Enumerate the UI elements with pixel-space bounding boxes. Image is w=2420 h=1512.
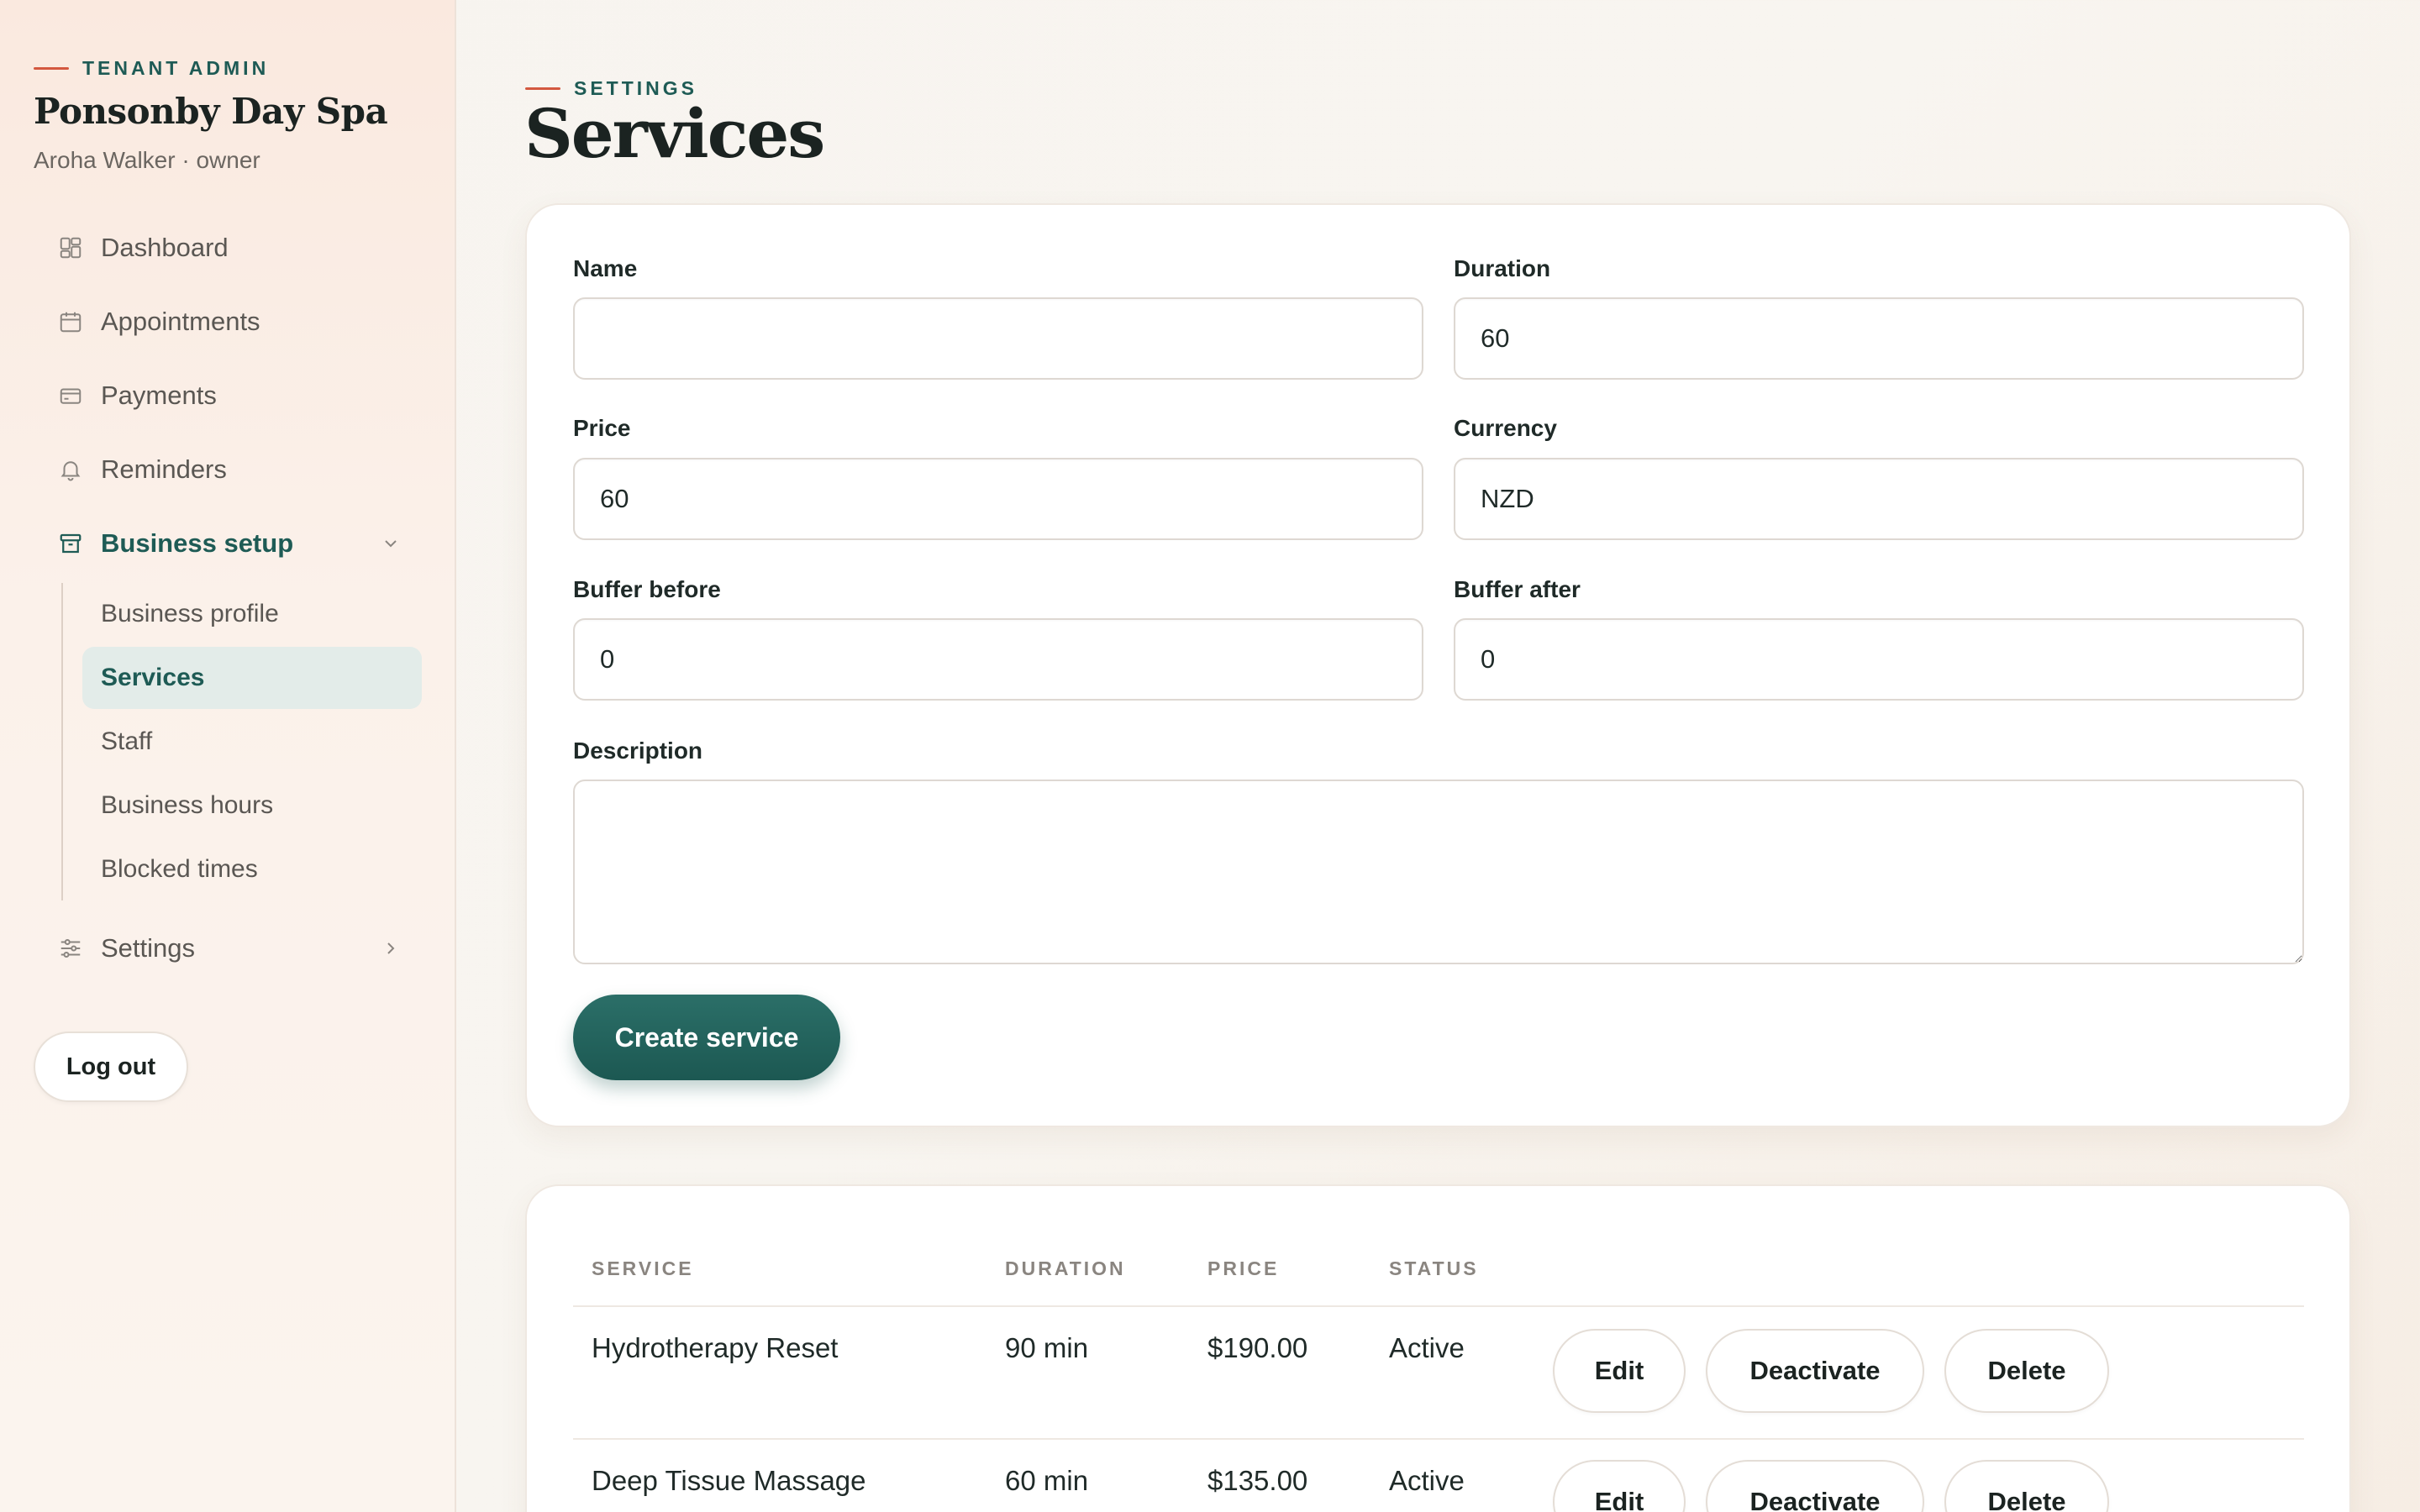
cell-service: Hydrotherapy Reset: [592, 1332, 839, 1363]
delete-button[interactable]: Delete: [1944, 1460, 2109, 1512]
cell-status: Active: [1389, 1465, 1465, 1496]
subnav-label: Services: [101, 664, 205, 691]
name-label: Name: [573, 255, 638, 281]
tenant-eyebrow: TENANT ADMIN: [34, 57, 269, 80]
current-user: Aroha Walker · owner: [34, 147, 260, 173]
subnav-item-business-hours[interactable]: Business hours: [82, 774, 422, 837]
buffer-before-label: Buffer before: [573, 576, 721, 602]
duration-label: Duration: [1454, 255, 1551, 281]
logout-button[interactable]: Log out: [34, 1032, 188, 1102]
subnav-label: Business hours: [101, 791, 274, 819]
deactivate-button[interactable]: Deactivate: [1706, 1460, 1924, 1512]
edit-button[interactable]: Edit: [1553, 1460, 1686, 1512]
buffer-after-label: Buffer after: [1454, 576, 1581, 602]
nav-item-settings[interactable]: Settings: [57, 923, 402, 974]
nav-item-business-setup[interactable]: Business setup: [57, 518, 402, 569]
nav-label-payments: Payments: [101, 381, 217, 410]
deactivate-button[interactable]: Deactivate: [1706, 1329, 1924, 1413]
tenant-eyebrow-label: TENANT ADMIN: [82, 57, 270, 79]
eyebrow-dash: [34, 67, 69, 70]
cell-price: $190.00: [1207, 1332, 1308, 1363]
description-label: Description: [573, 738, 703, 764]
column-header-price: PRICE: [1207, 1257, 1280, 1279]
subnav-guide-line: [61, 583, 63, 900]
name-input[interactable]: [573, 297, 1423, 380]
subnav-label: Staff: [101, 727, 153, 755]
table-row-divider: [573, 1438, 2304, 1440]
column-header-service: SERVICE: [592, 1257, 694, 1279]
chevron-down-icon[interactable]: [380, 533, 402, 554]
nav-item-appointments[interactable]: Appointments: [57, 297, 402, 347]
delete-button[interactable]: Delete: [1944, 1329, 2109, 1413]
nav-item-reminders[interactable]: Reminders: [57, 444, 402, 495]
subnav-label: Business profile: [101, 600, 279, 627]
subnav-item-blocked-times[interactable]: Blocked times: [82, 838, 422, 900]
price-label: Price: [573, 415, 631, 441]
sidebar: TENANT ADMIN Ponsonby Day Spa Aroha Walk…: [0, 0, 456, 1512]
subnav-label: Blocked times: [101, 855, 258, 883]
cell-duration: 60 min: [1005, 1465, 1089, 1496]
cell-service: Deep Tissue Massage: [592, 1465, 866, 1496]
nav-label-reminders: Reminders: [101, 454, 227, 484]
nav-label-settings: Settings: [101, 933, 196, 963]
column-header-duration: DURATION: [1005, 1257, 1126, 1279]
sliders-icon: [57, 935, 84, 962]
table-header-divider: [573, 1305, 2304, 1307]
cell-price: $135.00: [1207, 1465, 1308, 1496]
business-name: Ponsonby Day Spa: [34, 91, 388, 132]
edit-button[interactable]: Edit: [1553, 1329, 1686, 1413]
eyebrow-dash: [525, 87, 560, 90]
page-title: Services: [524, 94, 825, 173]
subnav-item-services[interactable]: Services: [82, 647, 422, 709]
subnav-item-staff[interactable]: Staff: [82, 711, 422, 773]
nav-item-dashboard[interactable]: Dashboard: [57, 223, 402, 273]
bell-icon: [57, 456, 84, 483]
cell-duration: 90 min: [1005, 1332, 1089, 1363]
calendar-icon: [57, 308, 84, 335]
nav-label-dashboard: Dashboard: [101, 233, 229, 262]
column-header-status: STATUS: [1389, 1257, 1479, 1279]
grid-icon: [57, 234, 84, 261]
currency-input[interactable]: [1454, 458, 2304, 540]
nav-label-business-setup: Business setup: [101, 528, 294, 558]
buffer-after-input[interactable]: [1454, 618, 2304, 701]
chevron-right-icon[interactable]: [380, 937, 402, 959]
currency-label: Currency: [1454, 415, 1557, 441]
description-textarea[interactable]: [573, 780, 2304, 964]
nav-item-payments[interactable]: Payments: [57, 370, 402, 421]
nav-label-appointments: Appointments: [101, 307, 260, 336]
duration-input[interactable]: [1454, 297, 2304, 380]
subnav-item-business-profile[interactable]: Business profile: [82, 583, 422, 645]
credit-card-icon: [57, 382, 84, 409]
price-input[interactable]: [573, 458, 1423, 540]
create-service-button[interactable]: Create service: [573, 995, 840, 1080]
cell-status: Active: [1389, 1332, 1465, 1363]
storefront-icon: [57, 530, 84, 557]
buffer-before-input[interactable]: [573, 618, 1423, 701]
